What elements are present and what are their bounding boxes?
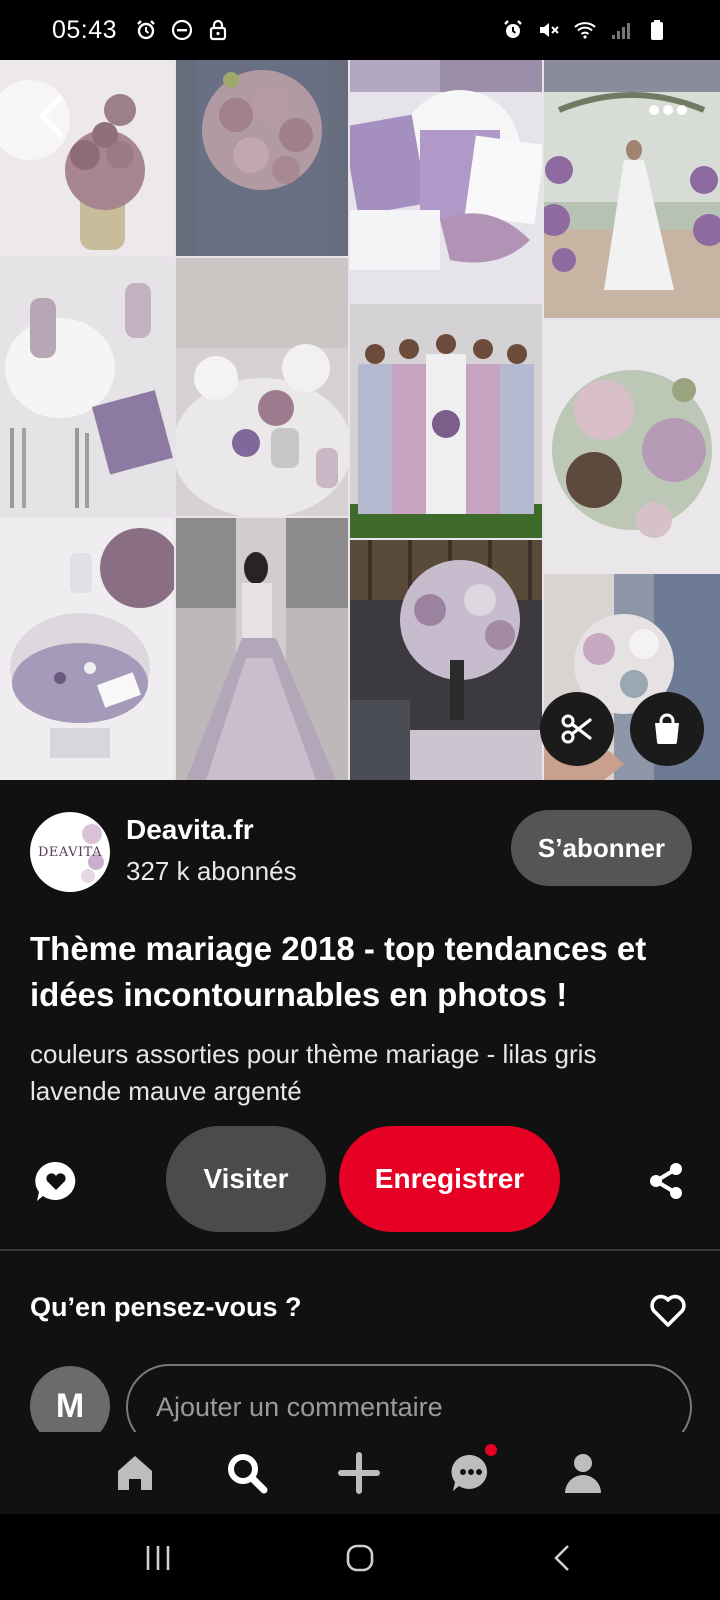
recent-apps-icon xyxy=(146,1546,170,1570)
signal-icon xyxy=(608,17,634,43)
system-nav xyxy=(0,1514,720,1600)
pin-title: Thème mariage 2018 - top tendances et id… xyxy=(30,930,647,1013)
battery-icon xyxy=(644,17,670,43)
creator-avatar[interactable]: DEAVITA xyxy=(30,812,110,892)
scissors-icon xyxy=(561,714,592,744)
visual-search-button[interactable] xyxy=(540,692,614,766)
search-icon xyxy=(228,1454,268,1494)
comment-input[interactable] xyxy=(126,1364,692,1432)
feedback-title: Qu’en pensez-vous ? xyxy=(30,1292,302,1322)
back-button[interactable] xyxy=(30,92,72,140)
more-options-button[interactable] xyxy=(646,92,690,128)
do-not-disturb-icon xyxy=(169,17,195,43)
comment-heart-icon xyxy=(35,1161,76,1201)
image-tile-bridesmaid-bouquet xyxy=(176,60,348,256)
image-tile-table-setting xyxy=(0,258,174,516)
image-tile-floral-arch xyxy=(544,60,720,318)
save-button[interactable]: Enregistrer xyxy=(339,1126,560,1232)
share-button[interactable] xyxy=(646,1161,686,1201)
wifi-icon xyxy=(572,17,598,43)
image-tile-reception-hall xyxy=(350,540,542,780)
home-icon xyxy=(118,1456,152,1490)
creator-name[interactable]: Deavita.fr xyxy=(126,814,254,846)
creator-followers: 327 k abonnés xyxy=(126,856,297,886)
pin-image[interactable] xyxy=(0,60,720,780)
like-button[interactable] xyxy=(648,1290,688,1330)
system-home-button[interactable] xyxy=(338,1536,382,1580)
shopping-bag-icon xyxy=(655,713,679,744)
image-tile-invitations xyxy=(350,60,542,302)
image-tile-candy-jar xyxy=(0,518,174,780)
creator-row: DEAVITA Deavita.fr 327 k abonnés S’abonn… xyxy=(0,800,720,904)
system-back-button[interactable] xyxy=(540,1536,584,1580)
shop-button[interactable] xyxy=(630,692,704,766)
nav-profile[interactable] xyxy=(558,1448,608,1498)
image-tile-roses-vase xyxy=(0,60,174,256)
messages-icon xyxy=(451,1454,488,1491)
alarm-icon xyxy=(500,17,526,43)
creator-avatar-logo: DEAVITA xyxy=(37,844,103,860)
divider xyxy=(0,1249,720,1251)
alarm-icon xyxy=(133,17,159,43)
nav-search[interactable] xyxy=(222,1448,272,1498)
comment-row: M xyxy=(0,1360,720,1432)
create-icon xyxy=(338,1452,380,1494)
action-row: Visiter Enregistrer xyxy=(0,1126,720,1232)
back-arrow-icon xyxy=(554,1545,569,1571)
notification-dot xyxy=(485,1444,497,1456)
pin-description: couleurs assorties pour thème mariage - … xyxy=(30,1039,597,1106)
follow-button[interactable]: S’abonner xyxy=(511,810,692,886)
home-button-icon xyxy=(346,1544,374,1572)
lock-icon xyxy=(205,17,231,43)
image-tile-bridesmaids-dresses xyxy=(350,304,542,538)
comment-button[interactable] xyxy=(33,1159,79,1205)
status-time: 05:43 xyxy=(52,15,118,44)
nav-home[interactable] xyxy=(110,1448,160,1498)
more-dots-icon xyxy=(649,105,687,115)
recent-apps-button[interactable] xyxy=(136,1536,180,1580)
nav-create[interactable] xyxy=(334,1448,384,1498)
visit-button[interactable]: Visiter xyxy=(166,1126,326,1232)
mute-icon xyxy=(536,17,562,43)
share-icon xyxy=(650,1163,682,1199)
heart-icon xyxy=(650,1294,686,1327)
image-tile-centerpieces xyxy=(176,258,348,516)
image-tile-rose-bouquet xyxy=(544,320,720,572)
image-tile-tulle-gown xyxy=(176,518,348,780)
status-bar: 05:43 xyxy=(0,0,720,60)
status-left: 05:43 xyxy=(52,16,231,45)
status-right xyxy=(500,17,670,43)
chevron-left-icon xyxy=(39,95,63,137)
bottom-nav xyxy=(0,1432,720,1514)
user-avatar: M xyxy=(30,1366,110,1432)
profile-icon xyxy=(565,1454,601,1493)
